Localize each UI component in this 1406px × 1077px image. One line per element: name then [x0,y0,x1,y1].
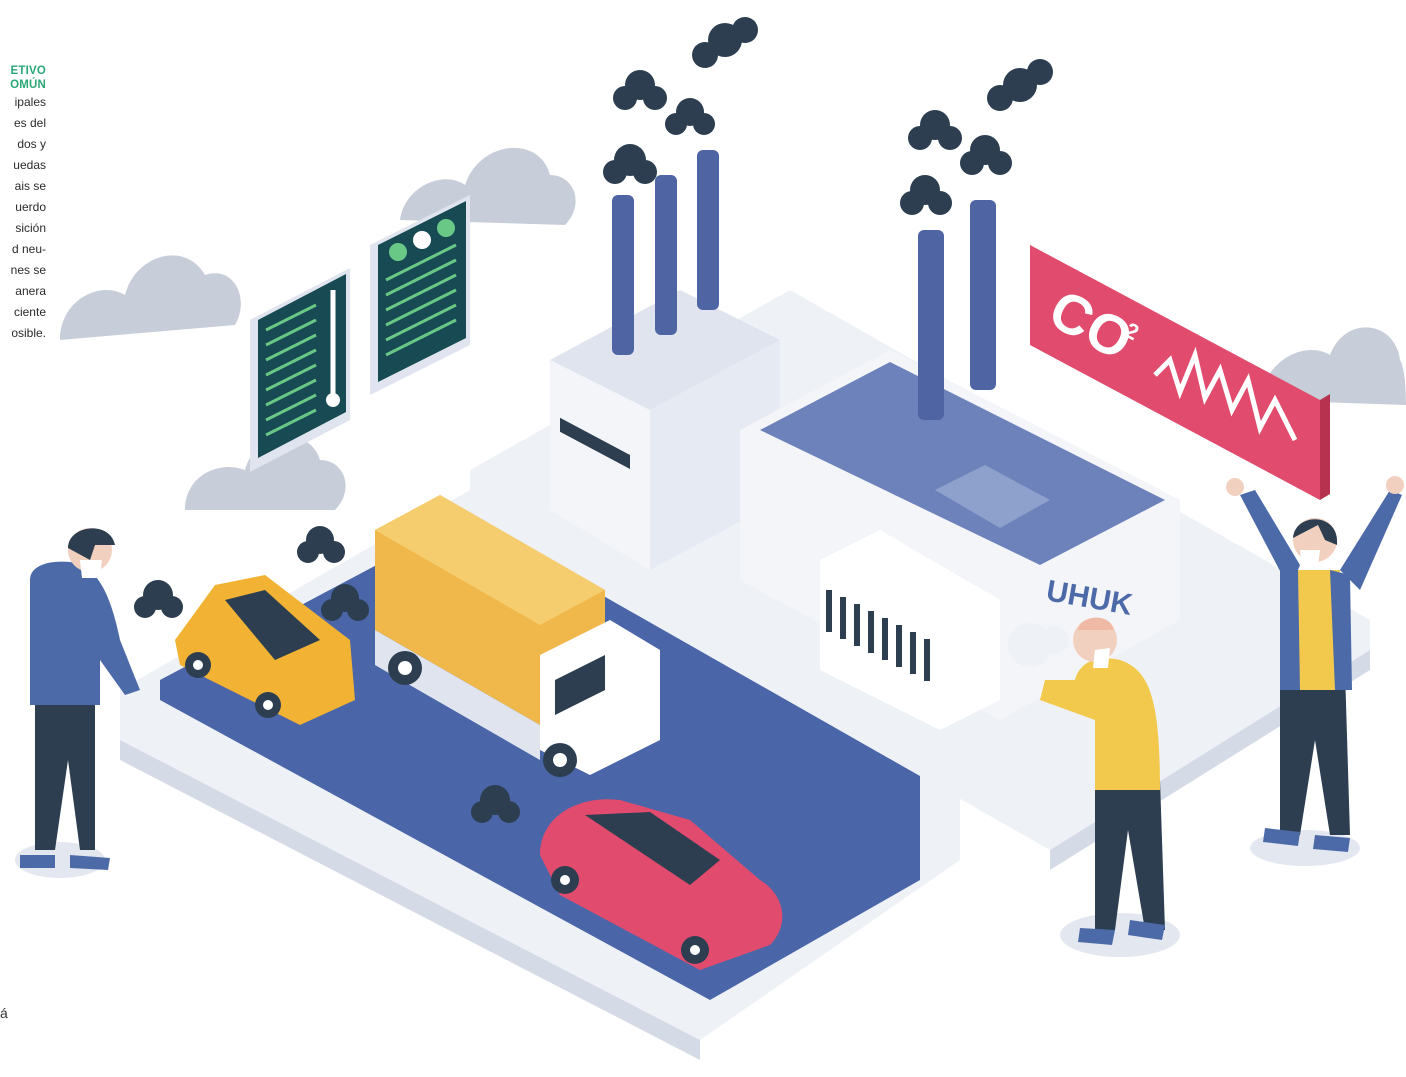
chimney [918,230,944,420]
smoke-puff [987,59,1053,111]
person-left-trousers [35,700,95,850]
thermometer-panel [250,268,350,472]
raised-person-hand [1226,478,1244,496]
face-mask [1093,648,1110,668]
face-mask [80,560,102,578]
raised-person-trousers [1280,670,1350,835]
smoke-puff [297,526,345,563]
smoke-puff [134,580,183,618]
person-left-jacket [30,561,140,705]
smoke-puff [613,70,667,110]
smoke-puff [908,110,962,150]
chimney [612,195,634,355]
pollution-illustration: CO 2 UHUK [15,17,1406,1060]
pie-icon [437,219,455,237]
smoke-puff [692,17,758,68]
cloud-top [400,147,576,225]
chart-panel [370,195,470,395]
smoke-puff [960,135,1012,175]
face-mask [1300,550,1320,566]
cloud-left [60,255,241,340]
coughing-person-trousers [1095,780,1165,930]
chimney [970,200,996,390]
pie-icon [389,243,407,261]
pie-icon [413,231,431,249]
smoke-puff [665,98,715,135]
smoke-puff [900,175,952,215]
chimney [655,175,677,335]
co2-sign-edge [1320,394,1330,500]
chimney [697,150,719,310]
raised-person-hand [1386,476,1404,494]
smoke-puff [603,144,657,184]
